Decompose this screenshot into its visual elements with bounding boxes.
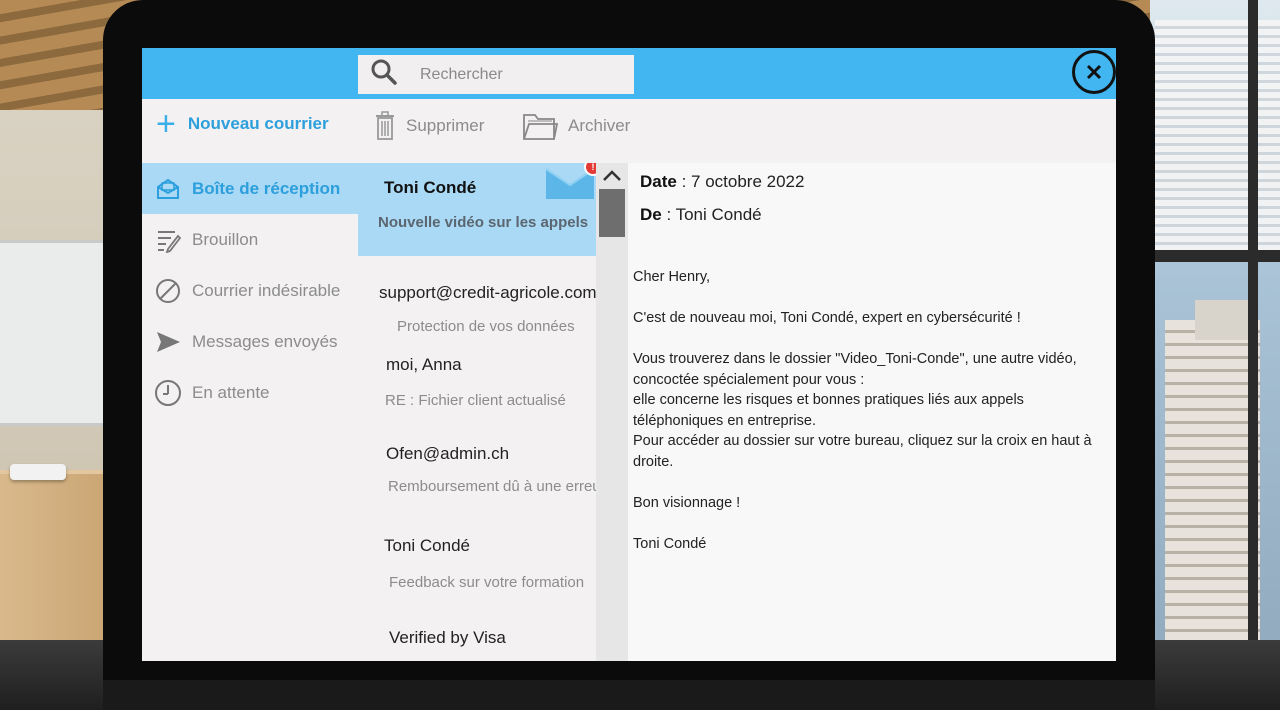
list-item[interactable]: Toni Condé Feedback sur votre formation (358, 523, 596, 607)
sidebar-item-label: En attente (192, 382, 270, 402)
list-item[interactable]: support@credit-agricole.com Protection d… (358, 271, 596, 337)
from-label: De (640, 205, 662, 224)
mail-date: Date : 7 octobre 2022 (640, 172, 804, 192)
sidebar-item-spam[interactable]: Courrier indésirable (142, 265, 358, 316)
reading-pane: Date : 7 octobre 2022 De : Toni Condé Ch… (628, 163, 1116, 661)
message-subject: RE : Fichier client actualisé (385, 392, 566, 409)
window-frame-horizontal (1150, 250, 1280, 262)
router (10, 464, 66, 480)
spam-icon (154, 277, 182, 305)
list-item-selected[interactable]: Toni Condé Nouvelle vidéo sur les appels… (358, 163, 596, 256)
laptop-base (103, 680, 1155, 710)
mail-body: Cher Henry, C'est de nouveau moi, Toni C… (633, 267, 1115, 575)
sidebar-item-label: Messages envoyés (192, 331, 338, 351)
inbox-icon (154, 175, 182, 203)
send-icon (154, 328, 182, 356)
message-sender: moi, Anna (386, 355, 462, 374)
sidebar-item-drafts[interactable]: Brouillon (142, 214, 358, 265)
sidebar-item-label: Courrier indésirable (192, 280, 341, 300)
list-scrollbar[interactable] (596, 163, 628, 661)
mail-intro: C'est de nouveau moi, Toni Condé, expert… (633, 310, 1021, 326)
list-item[interactable]: Ofen@admin.ch Remboursement dû à une err… (358, 433, 596, 517)
mail-paragraph-line: Pour accéder au dossier sur votre bureau… (633, 433, 1092, 470)
new-mail-button[interactable]: + Nouveau courrier (156, 105, 329, 143)
message-sender: Ofen@admin.ch (386, 444, 510, 463)
sidebar-item-inbox[interactable]: Boîte de réception (142, 163, 358, 214)
city-building-top (1195, 300, 1250, 340)
mail-app: + Nouveau courrier Boîte de réception Br… (142, 48, 1116, 661)
sidebar-item-label: Brouillon (192, 229, 259, 249)
plus-icon: + (156, 105, 176, 143)
message-sender: Toni Condé (384, 178, 477, 197)
window-frame (1248, 0, 1258, 710)
mail-closing: Bon visionnage ! (633, 494, 741, 511)
list-item[interactable]: moi, Anna RE : Fichier client actualisé (358, 343, 596, 423)
message-list: Toni Condé Nouvelle vidéo sur les appels… (358, 163, 596, 661)
date-value: : 7 octobre 2022 (676, 172, 805, 191)
message-subject: Protection de vos données (397, 318, 575, 335)
mail-paragraph: Vous trouverez dans le dossier "Video_To… (633, 349, 1115, 472)
delete-button[interactable]: Supprimer (374, 111, 484, 141)
scroll-up-button[interactable] (596, 163, 628, 189)
clock-icon (154, 379, 182, 407)
archive-button[interactable]: Archiver (522, 111, 630, 141)
search-icon (358, 58, 398, 91)
new-mail-label: Nouveau courrier (187, 114, 329, 133)
folder-nav: Boîte de réception Brouillon Courrier in… (142, 163, 358, 418)
window-blinds (1155, 20, 1280, 260)
close-icon (1086, 64, 1102, 80)
from-value: : Toni Condé (661, 205, 762, 224)
sidebar: + Nouveau courrier Boîte de réception Br… (142, 99, 358, 661)
chevron-up-icon (603, 170, 621, 181)
delete-label: Supprimer (406, 116, 485, 135)
sidebar-item-pending[interactable]: En attente (142, 367, 358, 418)
message-sender: Toni Condé (384, 536, 471, 555)
scroll-thumb[interactable] (599, 189, 625, 237)
mail-paragraph-line: elle concerne les risques et bonnes prat… (633, 392, 1024, 429)
list-item[interactable]: Verified by Visa (358, 615, 596, 661)
trash-icon (376, 111, 394, 140)
sidebar-item-label: Boîte de réception (192, 178, 341, 198)
message-subject: Remboursement dû à une erreur (388, 478, 596, 495)
date-label: Date (640, 172, 677, 191)
mail-from: De : Toni Condé (640, 205, 762, 225)
toolbar: Supprimer Archiver (358, 99, 1116, 163)
close-button[interactable] (1072, 50, 1116, 94)
whiteboard (0, 240, 120, 426)
archive-label: Archiver (568, 116, 631, 135)
mail-paragraph-line: Vous trouverez dans le dossier "Video_To… (633, 351, 1077, 388)
search-input[interactable] (418, 64, 622, 85)
top-bar (142, 48, 1116, 99)
message-sender: Verified by Visa (389, 628, 506, 647)
folder-icon (523, 114, 558, 140)
message-sender: support@credit-agricole.com (379, 283, 596, 302)
mail-greeting: Cher Henry, (633, 269, 711, 285)
search-box[interactable] (358, 55, 634, 94)
sidebar-item-sent[interactable]: Messages envoyés (142, 316, 358, 367)
draft-icon (154, 226, 182, 254)
message-subject: Feedback sur votre formation (389, 574, 585, 591)
mail-signature: Toni Condé (633, 535, 707, 552)
message-subject: Nouvelle vidéo sur les appels (378, 214, 589, 231)
